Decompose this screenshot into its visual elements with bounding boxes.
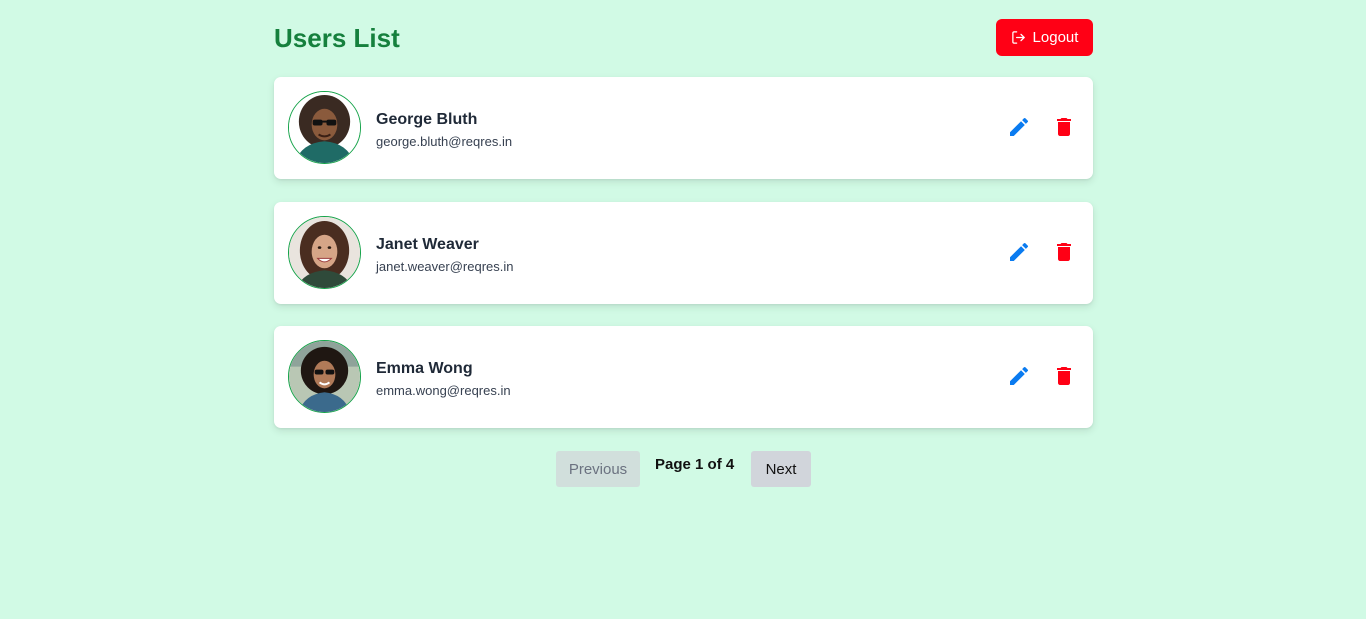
- users-page: Users List Logout George Bluth george.bl…: [274, 0, 1093, 487]
- page-header: Users List Logout: [274, 0, 1093, 77]
- previous-button[interactable]: Previous: [556, 451, 640, 487]
- page-indicator: Page 1 of 4: [655, 456, 735, 473]
- pagination: Previous Page 1 of 4 Next: [274, 451, 1093, 487]
- page-title: Users List: [274, 23, 400, 53]
- user-email: emma.wong@reqres.in: [376, 383, 511, 398]
- trash-icon: [1052, 363, 1076, 392]
- delete-button[interactable]: [1051, 363, 1077, 391]
- logout-label: Logout: [1032, 29, 1079, 46]
- avatar: [288, 91, 361, 164]
- edit-button[interactable]: [1006, 363, 1032, 391]
- user-card: George Bluth george.bluth@reqres.in: [274, 77, 1093, 179]
- edit-button[interactable]: [1006, 239, 1032, 267]
- pencil-icon: [1007, 240, 1031, 267]
- pencil-icon: [1007, 364, 1031, 391]
- user-email: janet.weaver@reqres.in: [376, 259, 514, 274]
- trash-icon: [1052, 114, 1076, 143]
- avatar: [288, 216, 361, 289]
- user-card: Emma Wong emma.wong@reqres.in: [274, 326, 1093, 428]
- user-name: Emma Wong: [376, 360, 473, 377]
- next-button[interactable]: Next: [751, 451, 811, 487]
- delete-button[interactable]: [1051, 114, 1077, 142]
- avatar: [288, 340, 361, 413]
- pencil-icon: [1007, 115, 1031, 142]
- edit-button[interactable]: [1006, 114, 1032, 142]
- delete-button[interactable]: [1051, 239, 1077, 267]
- logout-icon: [1011, 30, 1026, 45]
- user-email: george.bluth@reqres.in: [376, 134, 513, 149]
- user-card: Janet Weaver janet.weaver@reqres.in: [274, 202, 1093, 304]
- user-name: George Bluth: [376, 111, 478, 128]
- trash-icon: [1052, 239, 1076, 268]
- logout-button[interactable]: Logout: [996, 19, 1093, 56]
- user-name: Janet Weaver: [376, 236, 479, 253]
